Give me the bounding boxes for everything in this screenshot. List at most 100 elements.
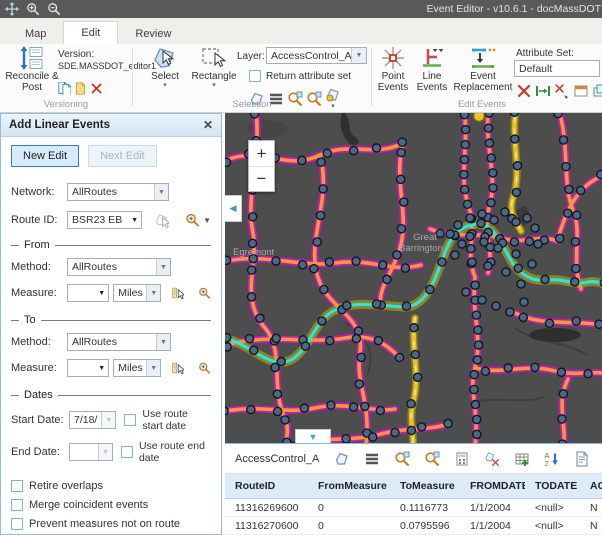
clear-selection-button[interactable] <box>481 449 503 469</box>
event-point[interactable] <box>248 266 256 274</box>
event-point[interactable] <box>461 141 469 149</box>
event-point[interactable] <box>397 149 405 157</box>
event-point[interactable] <box>325 258 333 266</box>
event-point[interactable] <box>400 198 408 206</box>
select-route-on-map-icon[interactable] <box>154 212 169 228</box>
event-point[interactable] <box>350 403 358 411</box>
event-point[interactable] <box>510 238 518 246</box>
select-button[interactable]: Select ▾ <box>143 46 187 89</box>
from-unit-dropdown[interactable]: Miles ▼ <box>113 284 161 302</box>
event-point[interactable] <box>310 265 318 273</box>
new-version-icon[interactable] <box>74 82 87 95</box>
event-point[interactable] <box>357 353 365 361</box>
event-point[interactable] <box>504 364 512 372</box>
split-event-icon[interactable] <box>516 83 532 99</box>
event-point[interactable] <box>556 234 564 242</box>
event-point[interactable] <box>383 275 391 283</box>
return-attribute-set-checkbox[interactable] <box>249 70 261 82</box>
event-point[interactable] <box>525 237 533 245</box>
event-point[interactable] <box>391 428 399 436</box>
layer-dropdown[interactable]: AccessControl_A ▼ <box>266 47 367 64</box>
event-point[interactable] <box>274 407 282 415</box>
network-dropdown[interactable]: AllRoutes ▼ <box>67 183 169 201</box>
event-point[interactable] <box>444 419 452 427</box>
event-point[interactable] <box>379 261 387 269</box>
event-point[interactable] <box>407 426 415 434</box>
use-route-end-checkbox[interactable] <box>121 446 133 458</box>
event-point[interactable] <box>564 209 572 217</box>
event-point[interactable] <box>225 343 231 351</box>
event-point[interactable] <box>436 229 444 237</box>
start-date-combo[interactable]: 7/18/ ▼ <box>69 411 116 429</box>
event-point[interactable] <box>571 278 579 286</box>
select-features-button[interactable] <box>331 449 353 469</box>
to-pick-measure-icon[interactable] <box>171 360 184 376</box>
event-point[interactable] <box>318 317 326 325</box>
attributes-window-button[interactable] <box>571 449 593 469</box>
event-point[interactable] <box>402 302 410 310</box>
from-zoom-measure-icon[interactable] <box>198 285 211 301</box>
event-point[interactable] <box>584 370 592 378</box>
event-point[interactable] <box>467 245 475 253</box>
rectangle-button[interactable]: Rectangle ▾ <box>189 46 239 89</box>
event-point[interactable] <box>562 163 570 171</box>
event-point[interactable] <box>512 250 520 258</box>
event-point[interactable] <box>407 400 415 408</box>
event-point[interactable] <box>277 357 285 365</box>
event-point[interactable] <box>460 155 468 163</box>
event-point[interactable] <box>477 219 485 227</box>
event-point[interactable] <box>485 139 493 147</box>
event-point[interactable] <box>397 175 405 183</box>
event-point[interactable] <box>426 285 434 293</box>
event-point[interactable] <box>326 337 334 345</box>
event-point[interactable] <box>520 298 528 306</box>
collapse-panel-button[interactable]: ◀ <box>225 195 242 222</box>
event-point[interactable] <box>251 113 259 118</box>
event-point[interactable] <box>273 390 281 398</box>
event-point[interactable] <box>342 435 350 443</box>
close-icon[interactable]: ✕ <box>203 118 213 132</box>
event-point[interactable] <box>541 275 549 283</box>
pan-icon[interactable] <box>5 2 19 16</box>
event-point[interactable] <box>225 256 231 264</box>
event-point[interactable] <box>320 285 328 293</box>
event-point[interactable] <box>361 402 369 410</box>
event-point[interactable] <box>466 232 474 240</box>
event-point[interactable] <box>466 214 474 222</box>
event-point[interactable] <box>451 251 459 259</box>
event-point[interactable] <box>487 199 495 207</box>
event-point[interactable] <box>512 188 520 196</box>
event-point[interactable] <box>559 390 567 398</box>
event-point[interactable] <box>489 184 497 192</box>
event-point[interactable] <box>317 158 325 166</box>
event-point[interactable] <box>510 113 518 116</box>
event-point[interactable] <box>519 313 527 321</box>
table-row[interactable]: 11316270600 0 0.0795596 1/1/2004 <null> … <box>225 517 602 535</box>
event-point[interactable] <box>401 264 409 272</box>
event-point[interactable] <box>473 356 481 364</box>
reconcile-post-button[interactable]: Reconcile & Post <box>4 46 60 93</box>
event-point[interactable] <box>573 211 581 219</box>
event-point[interactable] <box>313 238 321 246</box>
event-point[interactable] <box>492 302 500 310</box>
event-point[interactable] <box>395 353 403 361</box>
point-events-button[interactable]: Point Events <box>374 46 412 93</box>
attribute-set-dropdown[interactable]: Default <box>514 60 600 77</box>
event-point[interactable] <box>473 415 481 423</box>
event-point[interactable] <box>475 341 483 349</box>
event-point[interactable] <box>438 258 446 266</box>
event-point[interactable] <box>506 308 514 316</box>
event-point[interactable] <box>323 149 331 157</box>
event-point[interactable] <box>299 261 307 269</box>
event-point[interactable] <box>512 218 520 226</box>
event-point[interactable] <box>554 113 562 118</box>
event-point[interactable] <box>247 406 255 414</box>
event-window-icon[interactable] <box>573 83 589 99</box>
to-method-arrow[interactable]: ▼ <box>156 334 170 350</box>
event-point[interactable] <box>300 404 308 412</box>
event-point[interactable] <box>376 406 384 414</box>
event-point[interactable] <box>494 244 502 252</box>
event-point[interactable] <box>572 317 580 325</box>
event-point[interactable] <box>225 334 231 342</box>
grid-header-tomeasure[interactable]: ToMeasure <box>390 480 460 492</box>
